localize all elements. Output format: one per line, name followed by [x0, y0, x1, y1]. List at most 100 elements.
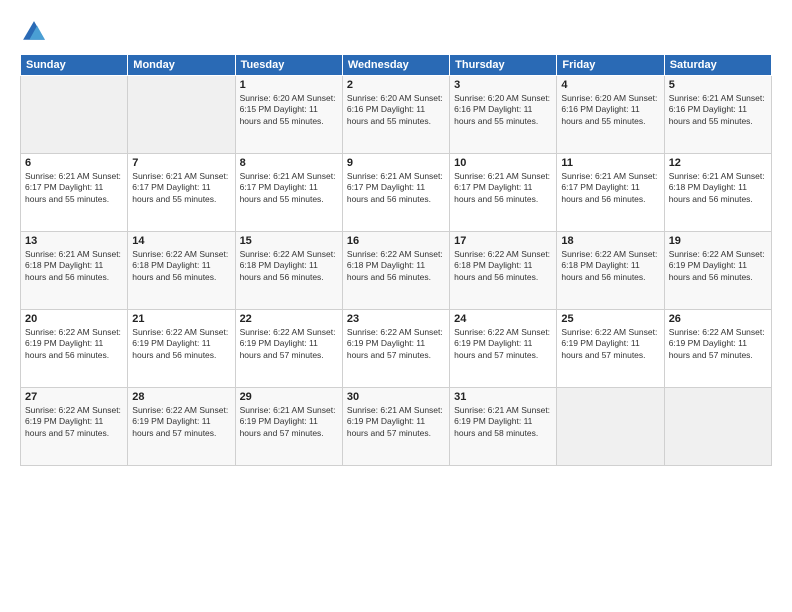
- day-number: 4: [561, 79, 659, 91]
- day-info: Sunrise: 6:22 AM Sunset: 6:19 PM Dayligh…: [669, 249, 767, 283]
- day-number: 16: [347, 235, 445, 247]
- calendar-cell: [664, 388, 771, 466]
- day-number: 17: [454, 235, 552, 247]
- day-number: 6: [25, 157, 123, 169]
- day-info: Sunrise: 6:22 AM Sunset: 6:18 PM Dayligh…: [132, 249, 230, 283]
- calendar-cell: 31 Sunrise: 6:21 AM Sunset: 6:19 PM Dayli…: [450, 388, 557, 466]
- day-info: Sunrise: 6:21 AM Sunset: 6:18 PM Dayligh…: [669, 171, 767, 205]
- page: SundayMondayTuesdayWednesdayThursdayFrid…: [0, 0, 792, 612]
- header-row: SundayMondayTuesdayWednesdayThursdayFrid…: [21, 55, 772, 76]
- day-info: Sunrise: 6:21 AM Sunset: 6:17 PM Dayligh…: [132, 171, 230, 205]
- day-number: 15: [240, 235, 338, 247]
- calendar-cell: [557, 388, 664, 466]
- logo: [20, 18, 52, 46]
- calendar-cell: 13 Sunrise: 6:21 AM Sunset: 6:18 PM Dayli…: [21, 232, 128, 310]
- day-number: 31: [454, 391, 552, 403]
- day-info: Sunrise: 6:22 AM Sunset: 6:18 PM Dayligh…: [240, 249, 338, 283]
- day-info: Sunrise: 6:20 AM Sunset: 6:16 PM Dayligh…: [561, 93, 659, 127]
- day-number: 23: [347, 313, 445, 325]
- day-number: 8: [240, 157, 338, 169]
- day-info: Sunrise: 6:22 AM Sunset: 6:18 PM Dayligh…: [454, 249, 552, 283]
- calendar-cell: 5 Sunrise: 6:21 AM Sunset: 6:16 PM Daylig…: [664, 76, 771, 154]
- day-info: Sunrise: 6:22 AM Sunset: 6:18 PM Dayligh…: [347, 249, 445, 283]
- calendar-row-1: 6 Sunrise: 6:21 AM Sunset: 6:17 PM Daylig…: [21, 154, 772, 232]
- calendar-cell: 17 Sunrise: 6:22 AM Sunset: 6:18 PM Dayli…: [450, 232, 557, 310]
- header-cell-saturday: Saturday: [664, 55, 771, 76]
- calendar-table: SundayMondayTuesdayWednesdayThursdayFrid…: [20, 54, 772, 466]
- calendar-row-2: 13 Sunrise: 6:21 AM Sunset: 6:18 PM Dayli…: [21, 232, 772, 310]
- day-info: Sunrise: 6:21 AM Sunset: 6:16 PM Dayligh…: [669, 93, 767, 127]
- day-number: 13: [25, 235, 123, 247]
- calendar-cell: 28 Sunrise: 6:22 AM Sunset: 6:19 PM Dayli…: [128, 388, 235, 466]
- calendar-cell: 30Sunrise: 6:21 AM Sunset: 6:19 PM Dayli…: [342, 388, 449, 466]
- day-number: 27: [25, 391, 123, 403]
- calendar-cell: 19 Sunrise: 6:22 AM Sunset: 6:19 PM Dayli…: [664, 232, 771, 310]
- calendar-cell: 9 Sunrise: 6:21 AM Sunset: 6:17 PM Daylig…: [342, 154, 449, 232]
- day-number: 22: [240, 313, 338, 325]
- calendar-cell: 22Sunrise: 6:22 AM Sunset: 6:19 PM Dayli…: [235, 310, 342, 388]
- calendar-cell: 2Sunrise: 6:20 AM Sunset: 6:16 PM Daylig…: [342, 76, 449, 154]
- day-info: Sunrise: 6:22 AM Sunset: 6:19 PM Dayligh…: [669, 327, 767, 361]
- day-info: Sunrise: 6:22 AM Sunset: 6:19 PM Dayligh…: [25, 327, 123, 361]
- calendar-cell: 7 Sunrise: 6:21 AM Sunset: 6:17 PM Daylig…: [128, 154, 235, 232]
- day-number: 10: [454, 157, 552, 169]
- day-number: 12: [669, 157, 767, 169]
- calendar-cell: 8 Sunrise: 6:21 AM Sunset: 6:17 PM Daylig…: [235, 154, 342, 232]
- calendar-cell: 25Sunrise: 6:22 AM Sunset: 6:19 PM Dayli…: [557, 310, 664, 388]
- calendar-row-4: 27 Sunrise: 6:22 AM Sunset: 6:19 PM Dayli…: [21, 388, 772, 466]
- day-info: Sunrise: 6:22 AM Sunset: 6:19 PM Dayligh…: [132, 405, 230, 439]
- day-number: 25: [561, 313, 659, 325]
- day-number: 29: [240, 391, 338, 403]
- day-number: 14: [132, 235, 230, 247]
- header-cell-tuesday: Tuesday: [235, 55, 342, 76]
- day-info: Sunrise: 6:21 AM Sunset: 6:17 PM Dayligh…: [25, 171, 123, 205]
- header-cell-thursday: Thursday: [450, 55, 557, 76]
- day-info: Sunrise: 6:21 AM Sunset: 6:19 PM Dayligh…: [240, 405, 338, 439]
- calendar-cell: 6 Sunrise: 6:21 AM Sunset: 6:17 PM Daylig…: [21, 154, 128, 232]
- calendar-cell: 27 Sunrise: 6:22 AM Sunset: 6:19 PM Dayli…: [21, 388, 128, 466]
- day-number: 11: [561, 157, 659, 169]
- day-number: 5: [669, 79, 767, 91]
- day-info: Sunrise: 6:22 AM Sunset: 6:18 PM Dayligh…: [561, 249, 659, 283]
- calendar-cell: 18 Sunrise: 6:22 AM Sunset: 6:18 PM Dayli…: [557, 232, 664, 310]
- day-info: Sunrise: 6:21 AM Sunset: 6:17 PM Dayligh…: [240, 171, 338, 205]
- day-number: 18: [561, 235, 659, 247]
- day-info: Sunrise: 6:22 AM Sunset: 6:19 PM Dayligh…: [25, 405, 123, 439]
- calendar-cell: [128, 76, 235, 154]
- day-number: 2: [347, 79, 445, 91]
- header-cell-wednesday: Wednesday: [342, 55, 449, 76]
- calendar-cell: 29 Sunrise: 6:21 AM Sunset: 6:19 PM Dayli…: [235, 388, 342, 466]
- calendar-cell: 4 Sunrise: 6:20 AM Sunset: 6:16 PM Daylig…: [557, 76, 664, 154]
- calendar-cell: 14 Sunrise: 6:22 AM Sunset: 6:18 PM Dayli…: [128, 232, 235, 310]
- calendar-cell: 20 Sunrise: 6:22 AM Sunset: 6:19 PM Dayli…: [21, 310, 128, 388]
- day-number: 1: [240, 79, 338, 91]
- calendar-body: 1Sunrise: 6:20 AM Sunset: 6:15 PM Daylig…: [21, 76, 772, 466]
- day-info: Sunrise: 6:21 AM Sunset: 6:19 PM Dayligh…: [454, 405, 552, 439]
- calendar-row-3: 20 Sunrise: 6:22 AM Sunset: 6:19 PM Dayli…: [21, 310, 772, 388]
- day-number: 28: [132, 391, 230, 403]
- calendar-cell: 16 Sunrise: 6:22 AM Sunset: 6:18 PM Dayli…: [342, 232, 449, 310]
- day-number: 19: [669, 235, 767, 247]
- calendar-cell: 24Sunrise: 6:22 AM Sunset: 6:19 PM Dayli…: [450, 310, 557, 388]
- day-info: Sunrise: 6:20 AM Sunset: 6:16 PM Dayligh…: [454, 93, 552, 127]
- day-info: Sunrise: 6:21 AM Sunset: 6:18 PM Dayligh…: [25, 249, 123, 283]
- day-number: 30: [347, 391, 445, 403]
- day-info: Sunrise: 6:21 AM Sunset: 6:17 PM Dayligh…: [561, 171, 659, 205]
- day-info: Sunrise: 6:21 AM Sunset: 6:17 PM Dayligh…: [347, 171, 445, 205]
- day-number: 9: [347, 157, 445, 169]
- calendar-cell: 15 Sunrise: 6:22 AM Sunset: 6:18 PM Dayli…: [235, 232, 342, 310]
- day-number: 26: [669, 313, 767, 325]
- day-number: 3: [454, 79, 552, 91]
- day-number: 20: [25, 313, 123, 325]
- calendar-cell: 26 Sunrise: 6:22 AM Sunset: 6:19 PM Dayli…: [664, 310, 771, 388]
- calendar-cell: 23 Sunrise: 6:22 AM Sunset: 6:19 PM Dayli…: [342, 310, 449, 388]
- day-info: Sunrise: 6:21 AM Sunset: 6:17 PM Dayligh…: [454, 171, 552, 205]
- day-number: 21: [132, 313, 230, 325]
- calendar-cell: 21Sunrise: 6:22 AM Sunset: 6:19 PM Dayli…: [128, 310, 235, 388]
- logo-icon: [20, 18, 48, 46]
- calendar-cell: 12 Sunrise: 6:21 AM Sunset: 6:18 PM Dayli…: [664, 154, 771, 232]
- day-info: Sunrise: 6:22 AM Sunset: 6:19 PM Dayligh…: [347, 327, 445, 361]
- header: [20, 18, 772, 46]
- calendar-cell: [21, 76, 128, 154]
- day-number: 7: [132, 157, 230, 169]
